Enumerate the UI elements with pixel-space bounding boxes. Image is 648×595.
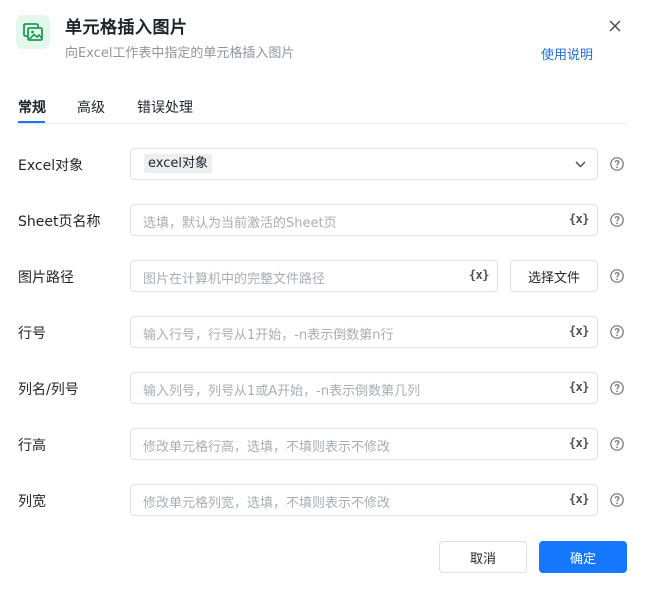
column-input[interactable]: 输入列号，列号从1或A开始，-n表示倒数第几列 {x} (130, 372, 598, 404)
form-row-sheet-name: Sheet页名称 选填，默认为当前激活的Sheet页 {x} (0, 204, 648, 236)
column-width-input[interactable]: 修改单元格列宽，选填，不填则表示不修改 {x} (130, 484, 598, 516)
dialog-subtitle: 向Excel工作表中指定的单元格插入图片 (65, 46, 295, 61)
form-row-column: 列名/列号 输入列号，列号从1或A开始，-n表示倒数第几列 {x} (0, 372, 648, 404)
form-row-row-number: 行号 输入行号，行号从1开始，-n表示倒数第n行 {x} (0, 316, 648, 348)
image-path-placeholder: 图片在计算机中的完整文件路径 (143, 272, 326, 287)
form-row-excel-object: Excel对象 excel对象 (0, 148, 648, 180)
close-icon[interactable] (606, 17, 624, 35)
row-height-input[interactable]: 修改单元格行高，选填，不填则表示不修改 {x} (130, 428, 598, 460)
variable-icon[interactable]: {x} (569, 436, 590, 450)
question-icon[interactable] (610, 437, 624, 451)
row-number-placeholder: 输入行号，行号从1开始，-n表示倒数第n行 (143, 328, 394, 343)
confirm-button[interactable]: 确定 (539, 541, 627, 573)
sheet-name-input[interactable]: 选填，默认为当前激活的Sheet页 {x} (130, 204, 598, 236)
active-tab-indicator (18, 121, 45, 123)
variable-icon[interactable]: {x} (469, 268, 490, 282)
row-number-input[interactable]: 输入行号，行号从1开始，-n表示倒数第n行 {x} (130, 316, 598, 348)
form-row-image-path: 图片路径 图片在计算机中的完整文件路径 {x} 选择文件 (0, 260, 648, 292)
sheet-name-label: Sheet页名称 (18, 214, 101, 230)
variable-icon[interactable]: {x} (569, 492, 590, 506)
row-height-placeholder: 修改单元格行高，选填，不填则表示不修改 (143, 440, 391, 455)
choose-file-button[interactable]: 选择文件 (510, 260, 598, 292)
excel-object-value: excel对象 (144, 154, 212, 173)
row-height-label: 行高 (18, 438, 46, 454)
question-icon[interactable] (610, 269, 624, 283)
question-icon[interactable] (610, 325, 624, 339)
question-icon[interactable] (610, 213, 624, 227)
dialog-title: 单元格插入图片 (65, 18, 188, 38)
help-link[interactable]: 使用说明 (541, 44, 593, 63)
variable-icon[interactable]: {x} (569, 380, 590, 394)
variable-icon[interactable]: {x} (569, 212, 590, 226)
column-placeholder: 输入列号，列号从1或A开始，-n表示倒数第几列 (143, 384, 421, 399)
tab-general[interactable]: 常规 (18, 97, 46, 117)
question-icon[interactable] (610, 381, 624, 395)
chevron-down-icon[interactable] (574, 159, 586, 169)
sheet-name-placeholder: 选填，默认为当前激活的Sheet页 (143, 216, 337, 231)
excel-object-select[interactable]: excel对象 (130, 148, 598, 180)
excel-object-label: Excel对象 (18, 158, 84, 174)
tab-advanced[interactable]: 高级 (77, 97, 105, 117)
image-icon (16, 15, 50, 49)
insert-image-dialog: 单元格插入图片 向Excel工作表中指定的单元格插入图片 使用说明 常规 高级 … (0, 0, 648, 595)
column-width-label: 列宽 (18, 494, 46, 510)
tab-bar: 常规 高级 错误处理 (18, 95, 626, 124)
question-icon[interactable] (610, 157, 624, 171)
form-row-row-height: 行高 修改单元格行高，选填，不填则表示不修改 {x} (0, 428, 648, 460)
question-icon[interactable] (610, 493, 624, 507)
form-row-column-width: 列宽 修改单元格列宽，选填，不填则表示不修改 {x} (0, 484, 648, 516)
column-label: 列名/列号 (18, 382, 79, 398)
column-width-placeholder: 修改单元格列宽，选填，不填则表示不修改 (143, 496, 391, 511)
image-path-label: 图片路径 (18, 270, 74, 286)
tab-error-handling[interactable]: 错误处理 (137, 97, 193, 117)
cancel-button[interactable]: 取消 (439, 541, 527, 573)
image-path-input[interactable]: 图片在计算机中的完整文件路径 {x} (130, 260, 498, 292)
variable-icon[interactable]: {x} (569, 324, 590, 338)
row-number-label: 行号 (18, 326, 46, 342)
